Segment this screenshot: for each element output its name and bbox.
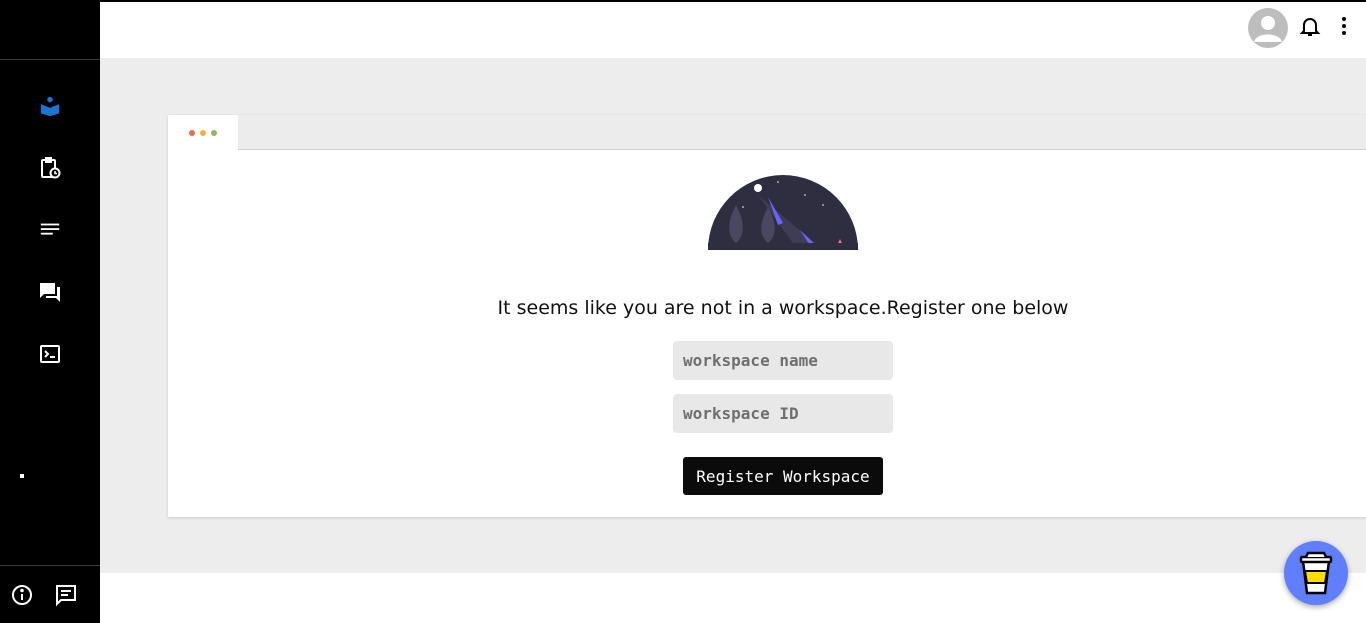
sidebar-divider-bottom bbox=[0, 565, 100, 566]
terminal-icon bbox=[40, 345, 60, 363]
bell-icon bbox=[1299, 18, 1321, 36]
no-workspace-message: It seems like you are not in a workspace… bbox=[497, 297, 1069, 319]
notifications-button[interactable] bbox=[1298, 14, 1322, 38]
coffee-cup-icon bbox=[1299, 551, 1333, 595]
sidebar-item-forum[interactable] bbox=[38, 280, 62, 304]
sidebar-item-tasks[interactable] bbox=[38, 156, 62, 180]
workspace-name-input[interactable] bbox=[673, 341, 893, 380]
more-vert-icon bbox=[1342, 17, 1346, 35]
sidebar bbox=[0, 0, 100, 623]
card-tab[interactable] bbox=[168, 115, 238, 150]
book-reader-icon bbox=[40, 96, 60, 117]
card-tab-bar bbox=[168, 115, 1366, 150]
app-root: It seems like you are not in a workspace… bbox=[0, 0, 1366, 623]
feedback-button[interactable] bbox=[54, 583, 78, 607]
clipboard-clock-icon bbox=[41, 157, 61, 179]
notes-icon bbox=[40, 223, 60, 235]
register-workspace-button[interactable]: Register Workspace bbox=[683, 457, 883, 495]
workspace-id-input[interactable] bbox=[673, 394, 893, 433]
info-button[interactable] bbox=[10, 583, 34, 607]
more-options-button[interactable] bbox=[1332, 14, 1356, 38]
sidebar-item-notes[interactable] bbox=[38, 218, 62, 242]
sidebar-dot bbox=[20, 474, 24, 478]
window-dot-green bbox=[211, 130, 217, 136]
buy-me-coffee-button[interactable] bbox=[1284, 541, 1348, 605]
account-avatar[interactable] bbox=[1248, 8, 1288, 48]
window-dot-red bbox=[189, 130, 195, 136]
sidebar-item-learn[interactable] bbox=[38, 94, 62, 118]
sidebar-item-terminal[interactable] bbox=[38, 342, 62, 366]
info-icon bbox=[12, 585, 32, 605]
forum-icon bbox=[40, 283, 60, 302]
sidebar-divider-top bbox=[0, 59, 100, 60]
workspace-card: It seems like you are not in a workspace… bbox=[168, 115, 1366, 517]
feedback-icon bbox=[56, 585, 76, 607]
top-header bbox=[100, 2, 1366, 58]
account-avatar-icon bbox=[1254, 16, 1282, 42]
window-dot-yellow bbox=[200, 130, 206, 136]
night-mountain-illustration bbox=[708, 175, 858, 250]
